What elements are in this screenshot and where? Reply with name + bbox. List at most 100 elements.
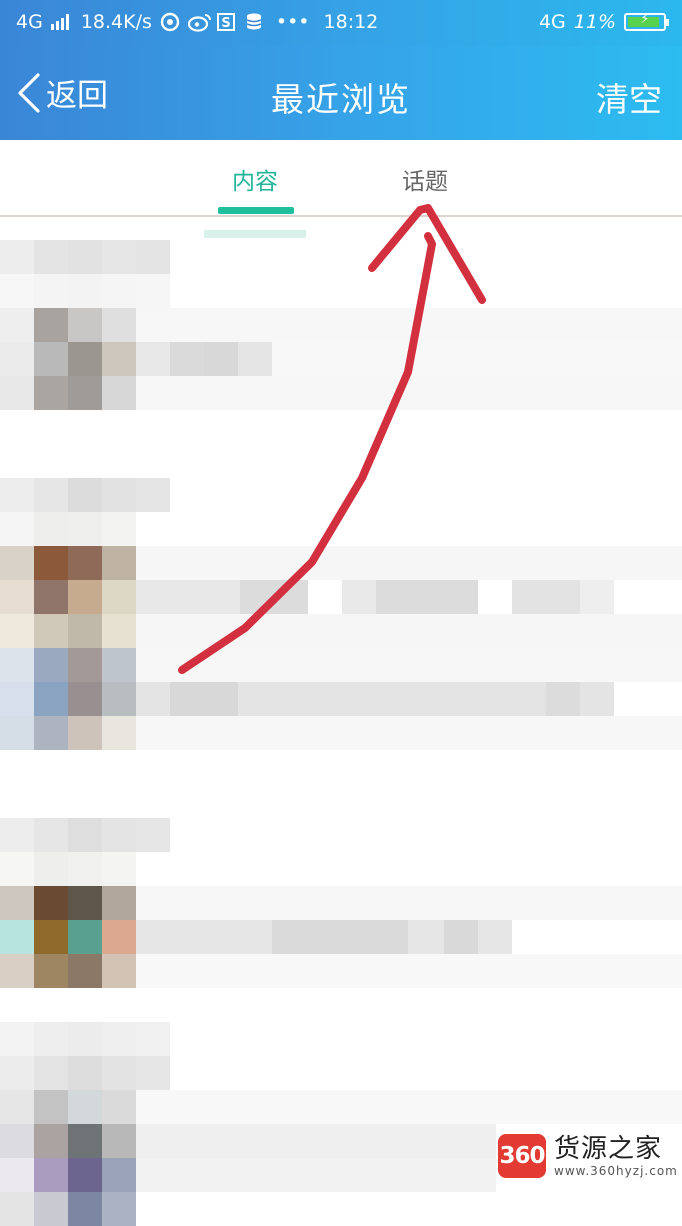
mosaic-cell (238, 342, 272, 376)
mosaic-cell (0, 274, 34, 308)
mosaic-cell (34, 1056, 68, 1090)
mosaic-cell (34, 580, 68, 614)
mosaic-cell (68, 546, 102, 580)
mosaic-bar (136, 886, 682, 920)
mosaic-bar (204, 230, 306, 238)
mosaic-bar (136, 1158, 496, 1192)
mosaic-cell (170, 342, 204, 376)
mosaic-cell (34, 614, 68, 648)
mosaic-cell (0, 478, 34, 512)
mosaic-cell (0, 920, 34, 954)
mosaic-cell (34, 648, 68, 682)
mosaic-bar (444, 920, 478, 954)
mosaic-bar (136, 1090, 682, 1124)
mosaic-cell (34, 852, 68, 886)
mosaic-bar (170, 682, 238, 716)
mosaic-bar (136, 614, 682, 648)
mosaic-cell (0, 614, 34, 648)
mosaic-cell (68, 648, 102, 682)
mosaic-cell (136, 1056, 170, 1090)
mosaic-cell (136, 1022, 170, 1056)
mosaic-cell (102, 1124, 136, 1158)
mosaic-cell (0, 308, 34, 342)
mosaic-cell (34, 376, 68, 410)
mosaic-cell (102, 376, 136, 410)
mosaic-cell (0, 682, 34, 716)
mosaic-cell (102, 240, 136, 274)
mosaic-cell (0, 852, 34, 886)
mosaic-cell (102, 478, 136, 512)
mosaic-cell (0, 716, 34, 750)
mosaic-cell (0, 1124, 34, 1158)
mosaic-bar (240, 580, 308, 614)
mosaic-cell (0, 1056, 34, 1090)
mosaic-cell (34, 240, 68, 274)
mosaic-cell (0, 648, 34, 682)
mosaic-cell (68, 1158, 102, 1192)
mosaic-bar (376, 580, 478, 614)
mosaic-cell (136, 274, 170, 308)
mosaic-cell (102, 1090, 136, 1124)
mosaic-cell (34, 1192, 68, 1226)
watermark-text: 货源之家 www.360hyzj.com (554, 1134, 678, 1178)
mosaic-cell (102, 818, 136, 852)
watermark: 360 货源之家 www.360hyzj.com (498, 1134, 678, 1178)
mosaic-cell (34, 478, 68, 512)
mosaic-cell (0, 1158, 34, 1192)
mosaic-cell (0, 376, 34, 410)
mosaic-cell (68, 682, 102, 716)
watermark-logo: 360 (498, 1134, 546, 1178)
mosaic-cell (68, 614, 102, 648)
mosaic-cell (136, 240, 170, 274)
mosaic-bar (546, 682, 580, 716)
mosaic-cell (0, 1192, 34, 1226)
mosaic-cell (34, 818, 68, 852)
mosaic-cell (34, 954, 68, 988)
mosaic-cell (68, 886, 102, 920)
mosaic-cell (102, 274, 136, 308)
mosaic-cell (34, 308, 68, 342)
mosaic-cell (0, 546, 34, 580)
mosaic-bar (580, 580, 614, 614)
blurred-list (0, 0, 682, 1226)
mosaic-cell (102, 920, 136, 954)
mosaic-bar (136, 308, 682, 342)
mosaic-cell (68, 1192, 102, 1226)
mosaic-cell (68, 920, 102, 954)
mosaic-cell (68, 478, 102, 512)
mosaic-bar (272, 920, 408, 954)
mosaic-cell (68, 376, 102, 410)
mosaic-cell (34, 274, 68, 308)
mosaic-bar (136, 648, 682, 682)
mosaic-cell (102, 954, 136, 988)
mosaic-bar (136, 716, 682, 750)
mosaic-cell (102, 546, 136, 580)
mosaic-cell (34, 886, 68, 920)
mosaic-cell (136, 478, 170, 512)
mosaic-cell (102, 716, 136, 750)
mosaic-bar (272, 342, 682, 376)
mosaic-bar (136, 1124, 496, 1158)
mosaic-cell (68, 818, 102, 852)
mosaic-cell (0, 240, 34, 274)
mosaic-cell (0, 818, 34, 852)
mosaic-cell (34, 342, 68, 376)
mosaic-bar (136, 376, 682, 410)
mosaic-cell (102, 580, 136, 614)
mosaic-cell (68, 716, 102, 750)
mosaic-cell (0, 580, 34, 614)
mosaic-cell (68, 852, 102, 886)
watermark-name: 货源之家 (554, 1134, 663, 1164)
mosaic-cell (68, 274, 102, 308)
mosaic-cell (0, 342, 34, 376)
mosaic-cell (136, 818, 170, 852)
mosaic-cell (68, 1022, 102, 1056)
mosaic-cell (34, 546, 68, 580)
mosaic-cell (0, 1090, 34, 1124)
mosaic-cell (68, 1124, 102, 1158)
mosaic-cell (68, 954, 102, 988)
mosaic-cell (102, 1158, 136, 1192)
mosaic-cell (136, 342, 170, 376)
mosaic-cell (34, 682, 68, 716)
mosaic-cell (34, 1022, 68, 1056)
